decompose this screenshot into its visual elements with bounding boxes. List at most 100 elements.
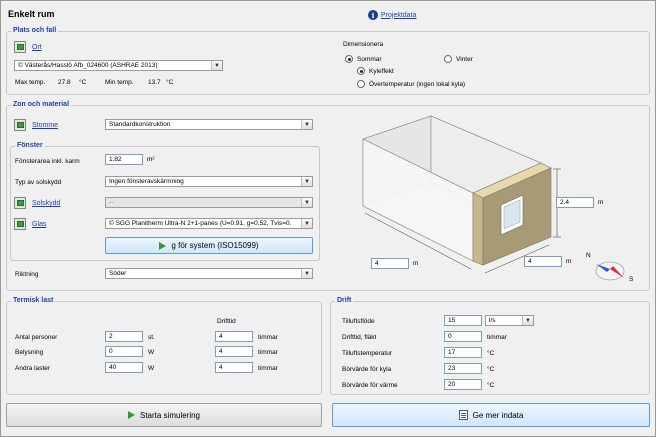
room-height-input[interactable]: 2.4 xyxy=(556,197,594,208)
solskydd-type-value: Ingen fönsteravskärmning xyxy=(109,178,184,185)
project-data-link[interactable]: i Projektdata xyxy=(368,10,416,20)
glas-select[interactable]: © SGG Planitherm Ultra-N 2+1-panes (U=0.… xyxy=(105,218,313,229)
room-width-unit: m xyxy=(413,260,419,267)
solskydd-select-value: -- xyxy=(109,199,114,206)
drift-row-label: Tilluftstemperatur xyxy=(342,350,392,357)
fonster-area-unit: m² xyxy=(147,156,155,163)
solskydd-select: -- ▼ xyxy=(105,197,313,208)
tilluftstemp-unit: °C xyxy=(487,350,495,357)
termisk-row-label: Antal personer xyxy=(15,334,58,341)
borvarde-kyla-input[interactable]: 23 xyxy=(444,363,482,374)
min-temp-unit: °C xyxy=(166,79,174,86)
chevron-down-icon: ▼ xyxy=(301,219,312,228)
chevron-down-icon: ▼ xyxy=(211,61,222,70)
sommar-label[interactable]: Sommar xyxy=(357,56,382,63)
compass-south-label: S xyxy=(629,276,634,283)
more-input-label: Ge mer indata xyxy=(472,410,524,420)
andra-laster-drifttid-input[interactable]: 4 xyxy=(215,362,253,373)
max-temp-unit: °C xyxy=(79,79,87,86)
stomme-select-value: Standardkonstruktion xyxy=(109,121,171,128)
drift-row-label: Tilluftsflöde xyxy=(342,318,375,325)
play-icon xyxy=(159,241,167,250)
borvarde-varme-unit: °C xyxy=(487,382,495,389)
fonster-area-input[interactable]: 1.82 xyxy=(105,154,143,165)
chevron-down-icon: ▼ xyxy=(301,120,312,129)
start-simulation-label: Starta simulering xyxy=(139,410,201,420)
belysning-unit: W xyxy=(148,349,155,356)
chevron-down-icon: ▼ xyxy=(301,177,312,186)
kyleffekt-label[interactable]: Kyleffekt xyxy=(369,68,394,75)
room-width-input[interactable]: 4 xyxy=(371,258,409,269)
min-temp-value: 13.7 xyxy=(148,79,161,86)
solskydd-database-icon[interactable] xyxy=(14,197,26,209)
drift-row-label: Börvärde för kyla xyxy=(342,366,392,373)
min-temp-label: Min temp. xyxy=(105,79,134,86)
flode-unit-select[interactable]: l/s ▼ xyxy=(485,315,534,326)
system-calc-button[interactable]: g för system (ISO15099) xyxy=(105,237,313,254)
termisk-group-title: Termisk last xyxy=(11,297,56,304)
andra-laster-unit: W xyxy=(148,365,155,372)
room-depth-input[interactable]: 4 xyxy=(524,256,562,267)
glas-database-icon[interactable] xyxy=(14,218,26,230)
system-calc-label: g för system (ISO15099) xyxy=(171,241,259,250)
solskydd-type-select[interactable]: Ingen fönsteravskärmning ▼ xyxy=(105,176,313,187)
sommar-radio[interactable] xyxy=(345,55,353,63)
overtemp-radio[interactable] xyxy=(357,80,365,88)
tilluftstemp-input[interactable]: 17 xyxy=(444,347,482,358)
stomme-link[interactable]: Stomme xyxy=(32,122,58,129)
chevron-down-icon: ▼ xyxy=(301,269,312,278)
kyleffekt-radio[interactable] xyxy=(357,67,365,75)
compass-icon: N S xyxy=(586,252,634,286)
belysning-drifttid-unit: timmar xyxy=(258,349,278,356)
drifttid-flakt-unit: timmar xyxy=(487,334,507,341)
stomme-database-icon[interactable] xyxy=(14,119,26,131)
chevron-down-icon: ▼ xyxy=(522,316,533,325)
personer-drifttid-input[interactable]: 4 xyxy=(215,331,253,342)
project-data-label[interactable]: Projektdata xyxy=(381,12,416,19)
riktning-select[interactable]: Söder ▼ xyxy=(105,268,313,279)
play-icon xyxy=(127,411,135,419)
drift-row-label: Drifttid, fläkt xyxy=(342,334,377,341)
start-simulation-button[interactable]: Starta simulering xyxy=(6,403,322,427)
document-icon xyxy=(458,410,468,420)
plats-group-title: Plats och fall xyxy=(11,27,59,34)
borvarde-kyla-unit: °C xyxy=(487,366,495,373)
stomme-select[interactable]: Standardkonstruktion ▼ xyxy=(105,119,313,130)
andra-laster-input[interactable]: 40 xyxy=(105,362,143,373)
ort-select-value: © Västerås/Hasslö Afb_024600 (ASHRAE 201… xyxy=(18,62,158,69)
tilluftsflode-input[interactable]: 15 xyxy=(444,315,482,326)
zon-group-title: Zon och material xyxy=(11,101,72,108)
flode-unit-value: l/s xyxy=(489,317,496,324)
ort-database-icon[interactable] xyxy=(14,41,26,53)
belysning-drifttid-input[interactable]: 4 xyxy=(215,346,253,357)
drift-row-label: Börvärde för värme xyxy=(342,382,398,389)
ort-select[interactable]: © Västerås/Hasslö Afb_024600 (ASHRAE 201… xyxy=(14,60,223,71)
max-temp-label: Max temp. xyxy=(15,79,46,86)
termisk-group: Termisk last xyxy=(6,297,322,395)
info-icon: i xyxy=(368,10,378,20)
compass-north-label: N xyxy=(586,252,591,259)
termisk-row-label: Belysning xyxy=(15,349,44,356)
glas-link[interactable]: Glas xyxy=(32,221,46,228)
ort-link[interactable]: Ort xyxy=(32,44,42,51)
drifttid-flakt-input[interactable]: 0 xyxy=(444,331,482,342)
overtemp-label[interactable]: Övertemperatur (ingen lokal kyla) xyxy=(369,81,465,88)
solskydd-link[interactable]: Solskydd xyxy=(32,200,60,207)
main-window: Enkelt rum i Projektdata Plats och fall … xyxy=(0,0,656,437)
drifttid-header: Drifttid xyxy=(217,318,236,325)
personer-input[interactable]: 2 xyxy=(105,331,143,342)
riktning-label: Riktning xyxy=(15,271,39,278)
fonster-group-title: Fönster xyxy=(15,142,45,149)
glas-select-value: © SGG Planitherm Ultra-N 2+1-panes (U=0.… xyxy=(109,220,292,227)
room-depth-unit: m xyxy=(566,258,572,265)
personer-unit: st. xyxy=(148,334,155,341)
max-temp-value: 27.8 xyxy=(58,79,71,86)
vinter-label[interactable]: Vinter xyxy=(456,56,473,63)
vinter-radio[interactable] xyxy=(444,55,452,63)
belysning-input[interactable]: 0 xyxy=(105,346,143,357)
window-title: Enkelt rum xyxy=(8,9,55,19)
borvarde-varme-input[interactable]: 20 xyxy=(444,379,482,390)
more-input-button[interactable]: Ge mer indata xyxy=(332,403,650,427)
solskydd-type-label: Typ av solskydd xyxy=(15,179,62,186)
drift-group-title: Drift xyxy=(335,297,354,304)
